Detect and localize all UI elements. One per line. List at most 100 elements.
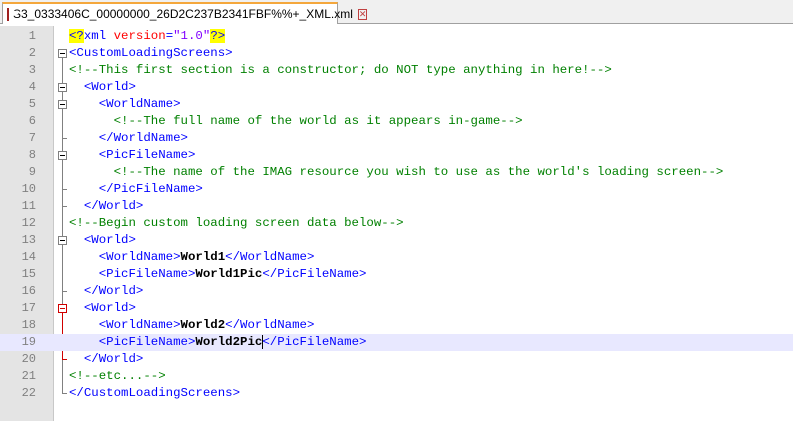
code-line[interactable]: 19 <PicFileName>World2Pic</PicFileName> xyxy=(0,334,793,351)
code-token: </PicFileName> xyxy=(262,267,367,281)
code-token: "1.0" xyxy=(173,29,211,43)
line-number: 8 xyxy=(28,148,36,162)
line-number: 20 xyxy=(21,352,36,366)
code-line[interactable]: 1 <?xml version="1.0"?> xyxy=(0,28,793,45)
code-text: <PicFileName>World1Pic</PicFileName> xyxy=(69,266,367,283)
code-text: <PicFileName> xyxy=(69,147,196,164)
code-text: <PicFileName>World2Pic</PicFileName> xyxy=(69,334,366,351)
code-line[interactable]: 22 </CustomLoadingScreens> xyxy=(0,385,793,402)
code-token: ?> xyxy=(210,29,226,43)
code-line[interactable]: 4 <World> xyxy=(0,79,793,96)
code-text: </CustomLoadingScreens> xyxy=(69,385,240,402)
line-number: 5 xyxy=(28,97,36,111)
line-number: 2 xyxy=(28,46,36,60)
line-number: 11 xyxy=(21,199,36,213)
code-line[interactable]: 5 <WorldName> xyxy=(0,96,793,113)
code-token: World1Pic xyxy=(195,267,263,281)
code-token: </WorldName> xyxy=(225,318,315,332)
code-line[interactable]: 8 <PicFileName> xyxy=(0,147,793,164)
code-line[interactable]: 11 </World> xyxy=(0,198,793,215)
code-line[interactable]: 6 <!--The full name of the world as it a… xyxy=(0,113,793,130)
code-token: version xyxy=(113,29,166,43)
code-text: </World> xyxy=(69,198,144,215)
line-number: 16 xyxy=(21,284,36,298)
save-disk-icon xyxy=(7,7,18,21)
code-token: <!--This first section is a constructor;… xyxy=(69,63,612,77)
code-text: <WorldName>World1</WorldName> xyxy=(69,249,315,266)
code-token: </WorldName> xyxy=(98,131,188,145)
code-token: <WorldName> xyxy=(98,318,181,332)
code-token: = xyxy=(165,29,174,43)
close-icon[interactable]: ✕ xyxy=(357,8,368,20)
code-line[interactable]: 16 </World> xyxy=(0,283,793,300)
line-number: 15 xyxy=(21,267,36,281)
code-line[interactable]: 10 </PicFileName> xyxy=(0,181,793,198)
code-line[interactable]: 9 <!--The name of the IMAG resource you … xyxy=(0,164,793,181)
code-line[interactable]: 15 <PicFileName>World1Pic</PicFileName> xyxy=(0,266,793,283)
code-token: <World> xyxy=(83,233,136,247)
file-tab[interactable]: S3_0333406C_00000000_26D2C237B2341FBF%%+… xyxy=(2,2,368,24)
code-token: <World> xyxy=(83,301,136,315)
code-editor[interactable]: 1 <?xml version="1.0"?> 2 <CustomLoadingScr… xyxy=(0,26,793,421)
code-text: </World> xyxy=(69,351,144,368)
code-token: <CustomLoadingScreens> xyxy=(69,46,233,60)
code-line[interactable]: 2 <CustomLoadingScreens> xyxy=(0,45,793,62)
code-token: <WorldName> xyxy=(98,97,181,111)
line-number: 10 xyxy=(21,182,36,196)
code-text: <?xml version="1.0"?> xyxy=(69,28,226,45)
code-line[interactable]: 3 <!--This first section is a constructor… xyxy=(0,62,793,79)
code-text: <!--The full name of the world as it app… xyxy=(69,113,523,130)
code-token: <!--The full name of the world as it app… xyxy=(113,114,523,128)
line-number: 14 xyxy=(21,250,36,264)
code-token: </CustomLoadingScreens> xyxy=(69,386,241,400)
tab-bar: S3_0333406C_00000000_26D2C237B2341FBF%%+… xyxy=(0,0,793,24)
code-text: </WorldName> xyxy=(69,130,188,147)
line-number: 21 xyxy=(21,369,36,383)
code-text: <World> xyxy=(69,300,136,317)
code-text: <World> xyxy=(69,79,136,96)
code-text: <!--Begin custom loading screen data bel… xyxy=(69,215,404,232)
line-number: 9 xyxy=(28,165,36,179)
code-token: <PicFileName> xyxy=(98,335,196,349)
line-number: 18 xyxy=(21,318,36,332)
code-line[interactable]: 18 <WorldName>World2</WorldName> xyxy=(0,317,793,334)
code-line[interactable]: 14 <WorldName>World1</WorldName> xyxy=(0,249,793,266)
code-line[interactable]: 7 </WorldName> xyxy=(0,130,793,147)
line-number: 4 xyxy=(28,80,36,94)
code-line[interactable]: 12 <!--Begin custom loading screen data b… xyxy=(0,215,793,232)
code-text: <!--This first section is a constructor;… xyxy=(69,62,612,79)
line-number: 1 xyxy=(28,29,36,43)
code-text: <World> xyxy=(69,232,136,249)
code-token: <!--etc...--> xyxy=(69,369,166,383)
code-text: </PicFileName> xyxy=(69,181,203,198)
code-line[interactable]: 21 <!--etc...--> xyxy=(0,368,793,385)
line-number: 3 xyxy=(28,63,36,77)
code-token: <World> xyxy=(83,80,136,94)
code-token: <WorldName> xyxy=(98,250,181,264)
code-token: </World> xyxy=(83,352,144,366)
code-text: <WorldName> xyxy=(69,96,181,113)
code-token: World1 xyxy=(180,250,226,264)
code-line[interactable]: 13 <World> xyxy=(0,232,793,249)
code-token: <PicFileName> xyxy=(98,267,196,281)
code-line[interactable]: 20 </World> xyxy=(0,351,793,368)
code-token: </World> xyxy=(83,199,144,213)
code-token: </World> xyxy=(83,284,144,298)
code-line[interactable]: 17 <World> xyxy=(0,300,793,317)
